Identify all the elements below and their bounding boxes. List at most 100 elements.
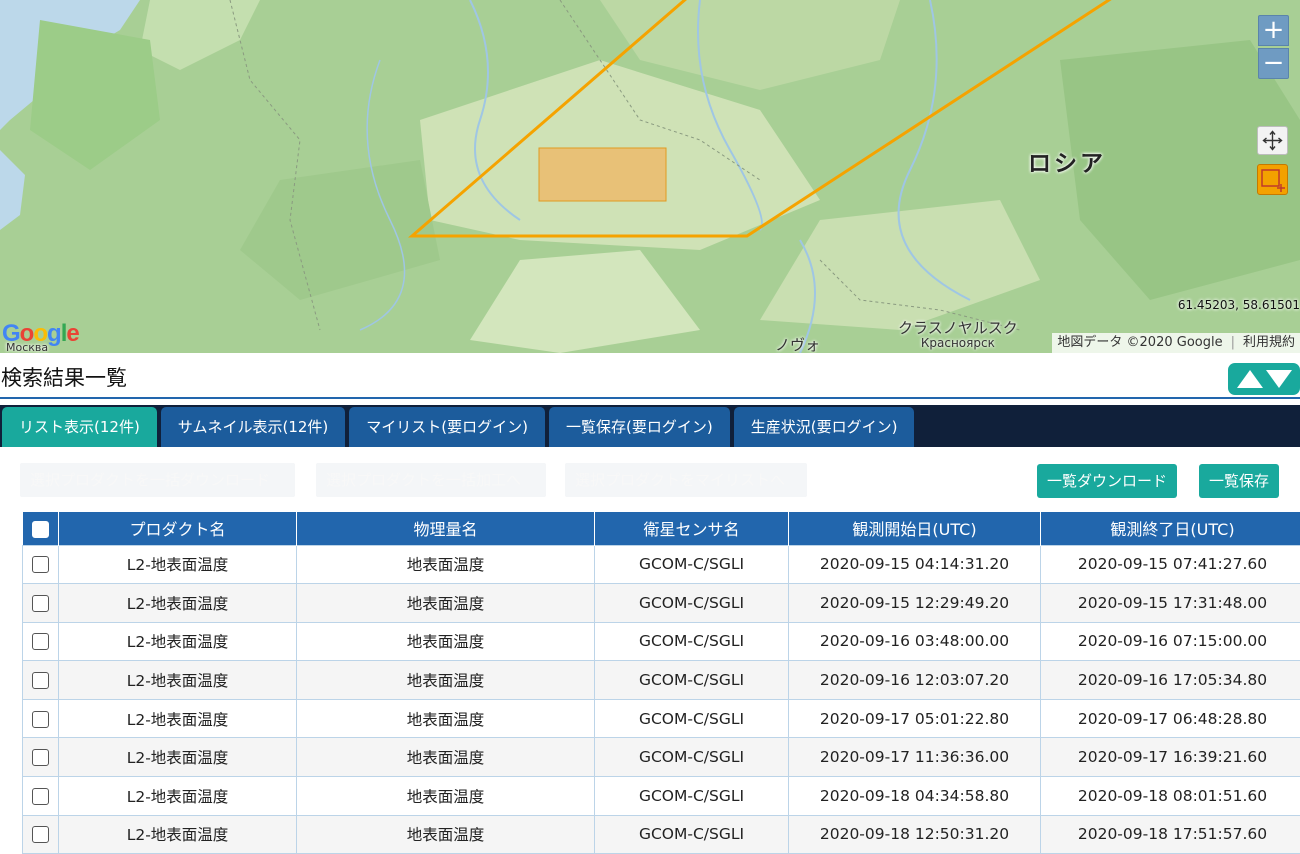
end-date-cell: 2020-09-18 08:01:51.60 [1041, 777, 1300, 816]
row-checkbox[interactable] [32, 826, 49, 843]
sensor-cell: GCOM-C/SGLI [595, 777, 789, 816]
google-logo[interactable]: Google [2, 320, 79, 348]
select-all-cell [23, 512, 59, 545]
physical-quantity-cell: 地表面温度 [297, 699, 595, 738]
physical-quantity-cell: 地表面温度 [297, 661, 595, 700]
table-row[interactable]: L2-地表面温度地表面温度GCOM-C/SGLI2020-09-16 12:03… [23, 661, 1300, 700]
list-download-button[interactable]: 一覧ダウンロード [1037, 464, 1177, 498]
row-checkbox[interactable] [32, 788, 49, 805]
start-date-cell: 2020-09-16 03:48:00.00 [789, 622, 1041, 661]
row-select-cell [23, 738, 59, 777]
table-row[interactable]: L2-地表面温度地表面温度GCOM-C/SGLI2020-09-15 12:29… [23, 584, 1300, 623]
toggle-panel-button[interactable] [1228, 363, 1300, 395]
triangle-up-icon [1237, 370, 1263, 388]
sensor-cell: GCOM-C/SGLI [595, 661, 789, 700]
column-header[interactable]: 観測開始日(UTC) [789, 512, 1041, 545]
table-row[interactable]: L2-地表面温度地表面温度GCOM-C/SGLI2020-09-16 03:48… [23, 622, 1300, 661]
selected-footprint [539, 148, 666, 201]
start-date-cell: 2020-09-17 11:36:36.00 [789, 738, 1041, 777]
product-name-cell[interactable]: L2-地表面温度 [59, 622, 297, 661]
bulk-download-button[interactable]: 選択プロダクトを一括ダウンロード [20, 463, 295, 497]
row-checkbox[interactable] [32, 556, 49, 573]
product-name-cell[interactable]: L2-地表面温度 [59, 738, 297, 777]
tab-list-view[interactable]: リスト表示(12件) [2, 407, 157, 447]
attribution-data: 地図データ ©2020 Google [1057, 333, 1222, 353]
product-name-cell[interactable]: L2-地表面温度 [59, 815, 297, 854]
city-name-jp: クラスノヤルスク [898, 319, 1018, 337]
start-date-cell: 2020-09-17 05:01:22.80 [789, 699, 1041, 738]
row-checkbox[interactable] [32, 711, 49, 728]
column-header[interactable]: プロダクト名 [59, 512, 297, 545]
end-date-cell: 2020-09-15 17:31:48.00 [1041, 584, 1300, 623]
select-all-checkbox[interactable] [32, 521, 49, 538]
row-select-cell [23, 545, 59, 584]
cursor-coordinates: 61.45203, 58.61501 [1178, 298, 1300, 312]
column-header[interactable]: 衛星センサ名 [595, 512, 789, 545]
sensor-cell: GCOM-C/SGLI [595, 815, 789, 854]
list-save-button[interactable]: 一覧保存 [1199, 464, 1279, 498]
row-checkbox[interactable] [32, 749, 49, 766]
add-to-mylist-button[interactable]: 選択プロダクトをマイリストへ [565, 463, 807, 497]
draw-rectangle-button[interactable] [1257, 164, 1288, 195]
row-select-cell [23, 699, 59, 738]
results-header: 検索結果一覧 [0, 353, 1300, 399]
zoom-out-button[interactable]: − [1258, 48, 1289, 79]
start-date-cell: 2020-09-18 04:34:58.80 [789, 777, 1041, 816]
table-header-row: プロダクト名 物理量名 衛星センサ名 観測開始日(UTC) 観測終了日(UTC) [23, 512, 1300, 545]
city-label-novo: ノヴォ [775, 334, 820, 353]
row-select-cell [23, 622, 59, 661]
row-checkbox[interactable] [32, 672, 49, 689]
end-date-cell: 2020-09-16 17:05:34.80 [1041, 661, 1300, 700]
product-name-cell[interactable]: L2-地表面温度 [59, 777, 297, 816]
sensor-cell: GCOM-C/SGLI [595, 738, 789, 777]
move-icon [1258, 127, 1287, 154]
row-select-cell [23, 777, 59, 816]
end-date-cell: 2020-09-17 16:39:21.60 [1041, 738, 1300, 777]
table-body: L2-地表面温度地表面温度GCOM-C/SGLI2020-09-15 04:14… [23, 545, 1300, 854]
country-label: ロシア [1028, 144, 1106, 178]
tab-thumbnail-view[interactable]: サムネイル表示(12件) [161, 407, 346, 447]
map-attribution: 地図データ ©2020 Google | 利用規約 [1052, 333, 1300, 353]
map-view[interactable]: + − ロシア 61.45203, 58.61501 クラスノヤルスク Крас… [0, 0, 1300, 353]
results-table: プロダクト名 物理量名 衛星センサ名 観測開始日(UTC) 観測終了日(UTC)… [22, 512, 1300, 854]
physical-quantity-cell: 地表面温度 [297, 584, 595, 623]
column-header[interactable]: 物理量名 [297, 512, 595, 545]
table-row[interactable]: L2-地表面温度地表面温度GCOM-C/SGLI2020-09-18 04:34… [23, 777, 1300, 816]
physical-quantity-cell: 地表面温度 [297, 738, 595, 777]
physical-quantity-cell: 地表面温度 [297, 815, 595, 854]
end-date-cell: 2020-09-17 06:48:28.80 [1041, 699, 1300, 738]
bulk-process-button[interactable]: 選択プロダクトを一括加工へ [316, 463, 546, 497]
product-name-cell[interactable]: L2-地表面温度 [59, 661, 297, 700]
action-bar: 選択プロダクトを一括ダウンロード 選択プロダクトを一括加工へ 選択プロダクトをマ… [0, 461, 1300, 499]
triangle-down-icon [1266, 370, 1292, 388]
sensor-cell: GCOM-C/SGLI [595, 699, 789, 738]
tab-mylist[interactable]: マイリスト(要ログイン) [349, 407, 545, 447]
product-name-cell[interactable]: L2-地表面温度 [59, 545, 297, 584]
table-row[interactable]: L2-地表面温度地表面温度GCOM-C/SGLI2020-09-17 05:01… [23, 699, 1300, 738]
product-name-cell[interactable]: L2-地表面温度 [59, 699, 297, 738]
column-header[interactable]: 観測終了日(UTC) [1041, 512, 1300, 545]
tab-production-status[interactable]: 生産状況(要ログイン) [734, 407, 915, 447]
start-date-cell: 2020-09-15 04:14:31.20 [789, 545, 1041, 584]
start-date-cell: 2020-09-18 12:50:31.20 [789, 815, 1041, 854]
end-date-cell: 2020-09-15 07:41:27.60 [1041, 545, 1300, 584]
start-date-cell: 2020-09-15 12:29:49.20 [789, 584, 1041, 623]
terms-link[interactable]: 利用規約 [1243, 333, 1295, 353]
table-row[interactable]: L2-地表面温度地表面温度GCOM-C/SGLI2020-09-18 12:50… [23, 815, 1300, 854]
zoom-in-button[interactable]: + [1258, 15, 1289, 46]
sensor-cell: GCOM-C/SGLI [595, 622, 789, 661]
row-select-cell [23, 815, 59, 854]
start-date-cell: 2020-09-16 12:03:07.20 [789, 661, 1041, 700]
sensor-cell: GCOM-C/SGLI [595, 545, 789, 584]
table-row[interactable]: L2-地表面温度地表面温度GCOM-C/SGLI2020-09-15 04:14… [23, 545, 1300, 584]
table-row[interactable]: L2-地表面温度地表面温度GCOM-C/SGLI2020-09-17 11:36… [23, 738, 1300, 777]
draw-rectangle-icon [1258, 165, 1287, 194]
product-name-cell[interactable]: L2-地表面温度 [59, 584, 297, 623]
pan-tool-button[interactable] [1257, 126, 1288, 155]
row-checkbox[interactable] [32, 633, 49, 650]
row-checkbox[interactable] [32, 595, 49, 612]
row-select-cell [23, 584, 59, 623]
physical-quantity-cell: 地表面温度 [297, 622, 595, 661]
sensor-cell: GCOM-C/SGLI [595, 584, 789, 623]
tab-save-list[interactable]: 一覧保存(要ログイン) [549, 407, 730, 447]
